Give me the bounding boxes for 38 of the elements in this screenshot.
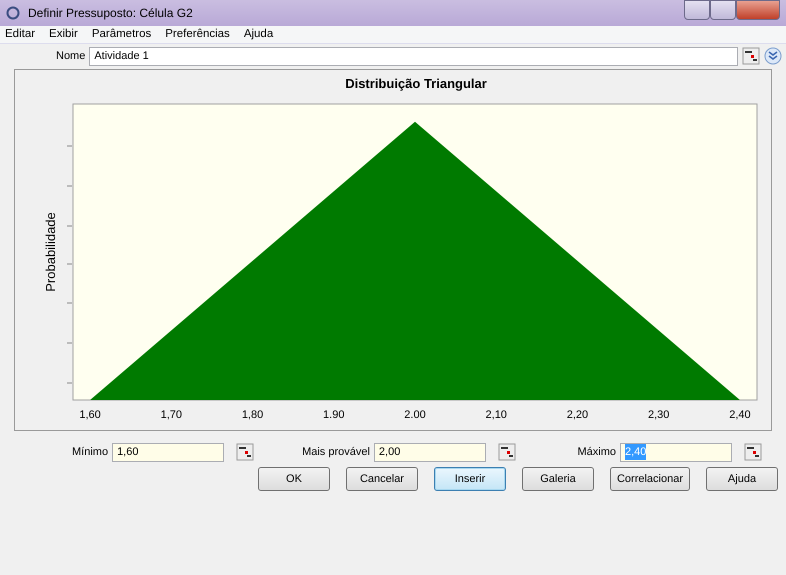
minimize-button[interactable] (684, 0, 710, 20)
parameter-label: Mais provável (302, 444, 370, 460)
x-tick-label: 1,60 (79, 409, 101, 421)
dialog-button[interactable]: Inserir (434, 467, 506, 491)
x-tick-label: 2,10 (486, 409, 507, 421)
menu-item[interactable]: Parâmetros (90, 26, 152, 44)
dialog-button[interactable]: Correlacionar (610, 467, 690, 491)
chart-title: Distribuição Triangular (345, 76, 487, 91)
x-tick-label: 2,40 (729, 409, 751, 421)
x-tick-label: 2.00 (404, 409, 426, 421)
dialog-button[interactable]: Ajuda (706, 467, 778, 491)
dialog-button[interactable]: Galeria (522, 467, 594, 491)
parameter-label: Mínimo (72, 444, 108, 460)
x-tick-label: 1,70 (160, 409, 182, 421)
menu-item[interactable]: Ajuda (242, 26, 274, 44)
parameter-field[interactable]: 2,00 (374, 442, 486, 462)
cell-reference-icon[interactable] (742, 47, 760, 65)
x-tick-label: 2,30 (648, 409, 670, 421)
x-tick-label: 2,20 (566, 409, 588, 421)
app-icon (6, 6, 20, 20)
menu-item[interactable]: Editar (4, 26, 36, 44)
x-tick-label: 1,80 (242, 409, 264, 421)
menu-item[interactable]: Exibir (48, 26, 79, 44)
maximize-button[interactable] (710, 0, 736, 20)
cell-reference-icon[interactable] (236, 443, 254, 461)
expand-icon[interactable] (764, 47, 782, 65)
dialog-button[interactable]: Cancelar (346, 467, 418, 491)
name-label: Nome (56, 48, 86, 64)
name-field[interactable]: Atividade 1 (89, 46, 738, 66)
x-tick-label: 1.90 (323, 409, 344, 421)
cell-reference-icon[interactable] (744, 443, 762, 461)
window-title: Definir Pressuposto: Célula G2 (28, 5, 193, 22)
y-axis-label: Probabilidade (43, 212, 58, 292)
menu-item[interactable]: Preferências (164, 26, 231, 44)
cell-reference-icon[interactable] (498, 443, 516, 461)
parameter-field[interactable]: 1,60 (112, 442, 224, 462)
dialog-button[interactable]: OK (258, 467, 330, 491)
parameter-label: Máximo (577, 444, 616, 460)
